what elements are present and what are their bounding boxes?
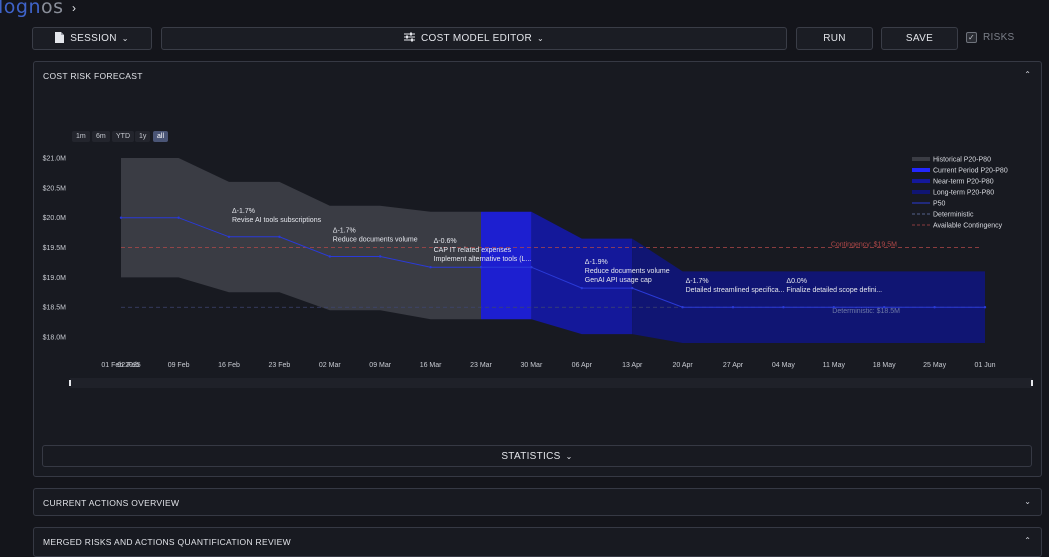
p50-point — [429, 266, 432, 269]
p50-point — [731, 306, 735, 309]
merged-risks-actions-panel[interactable]: MERGED RISKS AND ACTIONS QUANTIFICATION … — [33, 527, 1042, 557]
x-tick-label: 02 Mar — [319, 362, 341, 369]
annotation-text: Revise AI tools subscriptions — [232, 217, 322, 224]
annotation-text: Reduce documents volume — [333, 236, 418, 243]
x-tick-label: 13 Apr — [622, 362, 643, 369]
annotation-text: GenAI API usage cap — [585, 277, 652, 284]
x-tick-label: 09 Feb — [168, 362, 190, 369]
p50-point — [119, 216, 123, 219]
x-tick-label: 04 May — [772, 362, 795, 369]
annotation-delta: Δ-0.6% — [434, 238, 457, 245]
x-tick-label: 09 Mar — [369, 362, 391, 369]
x-tick-label: 23 Mar — [470, 362, 492, 369]
y-tick-label: $18.5M — [43, 305, 67, 312]
forecast-chart: Contingency: $19.5M Deterministic: $18.5M… — [43, 156, 1033, 388]
x-tick-label: 20 Apr — [672, 362, 693, 369]
x-tick-label: 06 Apr — [572, 362, 593, 369]
x-tick-label: 25 May — [923, 362, 946, 369]
p50-point — [832, 306, 835, 309]
x-tick-label: 27 Apr — [723, 362, 744, 369]
band-current-period-p20-p80 — [481, 211, 532, 320]
legend-label: Available Contingency — [933, 223, 1003, 230]
p50-point — [479, 266, 483, 269]
annotation-text: Finalize detailed scope defini... — [786, 287, 882, 294]
navigator-handle-right[interactable] — [1031, 380, 1033, 386]
p50-point — [227, 235, 231, 238]
legend-label: Long-term P20-P80 — [933, 190, 994, 197]
x-tick-label: 01 Jun — [974, 362, 995, 369]
x-tick-label: 16 Mar — [420, 362, 442, 369]
statistics-label: STATISTICS — [501, 450, 561, 462]
p50-point — [933, 306, 936, 309]
p50-point — [177, 216, 180, 219]
navigator-track — [70, 378, 1032, 388]
x-tick-label: 18 May — [873, 362, 896, 369]
annotation-text: CAP IT related expenses — [434, 247, 512, 254]
legend-label: Near-term P20-P80 — [933, 179, 994, 186]
x-tick-label: 16 Feb — [218, 362, 240, 369]
section-title: CURRENT ACTIONS OVERVIEW — [43, 498, 180, 508]
statistics-button[interactable]: STATISTICS ⌄ — [42, 445, 1032, 467]
legend-label: Deterministic — [933, 212, 974, 219]
p50-point — [328, 255, 331, 258]
current-actions-overview-panel[interactable]: CURRENT ACTIONS OVERVIEW ⌄ — [33, 488, 1042, 516]
p50-point — [631, 286, 634, 290]
y-tick-label: $19.0M — [43, 275, 67, 282]
x-tick-label: 02 Feb — [117, 362, 139, 369]
y-tick-label: $19.5M — [43, 245, 67, 252]
annotation-text: Reduce documents volume — [585, 268, 670, 275]
p50-point — [278, 235, 281, 238]
x-tick-label: 30 Mar — [521, 362, 543, 369]
legend-swatch — [912, 157, 930, 161]
annotation-delta: Δ0.0% — [786, 278, 807, 285]
y-tick-label: $21.0M — [43, 156, 67, 163]
x-tick-label: 11 May — [823, 362, 846, 369]
legend-swatch — [912, 179, 930, 183]
chevron-up-icon[interactable]: ⌃ — [1024, 536, 1031, 545]
deterministic-label: Deterministic: $18.5M — [832, 308, 900, 315]
legend-label: Current Period P20-P80 — [933, 168, 1008, 175]
legend-label: P50 — [933, 201, 946, 208]
p50-point — [983, 306, 987, 309]
p50-point — [580, 286, 583, 290]
chevron-down-icon: ⌄ — [565, 451, 573, 461]
chevron-down-icon[interactable]: ⌄ — [1024, 497, 1031, 506]
p50-point — [681, 306, 684, 309]
y-tick-label: $20.5M — [43, 185, 67, 192]
annotation-text: Detailed streamlined specifica... — [686, 287, 785, 294]
x-tick-label: 23 Feb — [269, 362, 291, 369]
annotation-delta: Δ-1.7% — [686, 278, 709, 285]
p50-point — [782, 306, 785, 309]
legend-label: Historical P20-P80 — [933, 157, 991, 164]
legend-swatch — [912, 190, 930, 194]
annotation-text: Implement alternative tools (L... — [434, 256, 532, 263]
y-tick-label: $18.0M — [43, 335, 67, 342]
band-historical-p20-p80 — [121, 158, 481, 320]
legend-swatch — [912, 168, 930, 172]
section-title: MERGED RISKS AND ACTIONS QUANTIFICATION … — [43, 537, 291, 547]
p50-point — [883, 306, 886, 309]
contingency-label: Contingency: $19.5M — [831, 242, 897, 249]
annotation-delta: Δ-1.9% — [585, 259, 608, 266]
p50-point — [379, 255, 382, 258]
annotation-delta: Δ-1.7% — [232, 208, 255, 215]
y-tick-label: $20.0M — [43, 215, 67, 222]
annotation-delta: Δ-1.7% — [333, 227, 356, 234]
navigator-handle-left[interactable] — [69, 380, 71, 386]
p50-point — [530, 266, 533, 269]
